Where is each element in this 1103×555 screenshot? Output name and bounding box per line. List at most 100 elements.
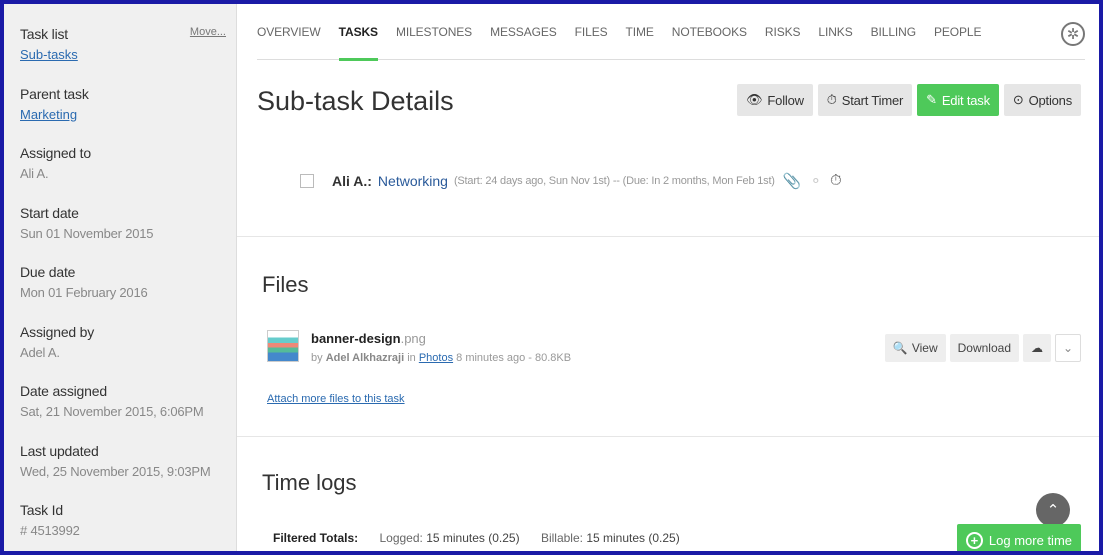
logged-value: 15 minutes (0.25) xyxy=(426,531,520,545)
sidebar-field-assigned-to: Assigned to Ali A. xyxy=(20,145,236,205)
sidebar-field-assigned-by: Assigned by Adel A. xyxy=(20,324,236,384)
task-list-link[interactable]: Sub-tasks xyxy=(20,47,78,62)
sidebar-label: Assigned to xyxy=(20,145,91,161)
divider xyxy=(237,436,1099,437)
follow-label: Follow xyxy=(767,92,804,108)
filtered-totals: Filtered Totals: Logged: 15 minutes (0.2… xyxy=(273,531,680,545)
file-meta: by Adel Alkhazraji in Photos 8 minutes a… xyxy=(311,352,571,364)
file-author: Adel Alkhazraji xyxy=(325,352,405,364)
file-row: banner-design.png by Adel Alkhazraji in … xyxy=(267,328,1081,368)
tab-billing[interactable]: BILLING xyxy=(871,4,916,60)
tab-notebooks[interactable]: NOTEBOOKS xyxy=(672,4,747,60)
task-toolbar: 👁 Follow ⏱ Start Timer ✎ Edit task ⊙ Opt… xyxy=(737,84,1081,116)
pencil-icon: ✎ xyxy=(926,92,937,107)
log-more-time-button[interactable]: + Log more time xyxy=(956,524,1081,551)
tab-overview[interactable]: OVERVIEW xyxy=(257,4,321,60)
file-name[interactable]: banner-design.png xyxy=(311,331,426,346)
task-name[interactable]: Networking xyxy=(378,173,448,189)
parent-task-link[interactable]: Marketing xyxy=(20,107,77,122)
chevron-up-icon: ⌃ xyxy=(1046,502,1060,519)
task-icons: 📎 ⚬ ⏱ xyxy=(783,172,842,190)
sidebar-value: Wed, 25 November 2015, 9:03PM xyxy=(20,463,211,479)
sidebar-field-task-list: Task list Move... Sub-tasks xyxy=(20,26,236,86)
chevron-down-icon: ⌄ xyxy=(1062,341,1074,355)
billable-value: 15 minutes (0.25) xyxy=(586,531,680,545)
options-button[interactable]: ⊙ Options xyxy=(1003,84,1081,116)
files-title: Files xyxy=(262,272,309,297)
billable-label: Billable: xyxy=(540,531,583,545)
more-dropdown-button[interactable]: ⌄ xyxy=(1055,334,1081,362)
stopwatch-icon: ⏱ xyxy=(826,92,837,107)
tab-risks[interactable]: RISKS xyxy=(765,4,801,60)
view-button[interactable]: 🔍 View xyxy=(884,334,946,362)
follow-button[interactable]: 👁 Follow xyxy=(737,84,813,116)
sidebar-label: Task list xyxy=(20,26,68,42)
sidebar-value: # 4513992 xyxy=(20,523,80,538)
task-sidebar: Task list Move... Sub-tasks Parent task … xyxy=(4,4,237,551)
tab-people[interactable]: PEOPLE xyxy=(934,4,982,60)
gear-icon[interactable]: ✲ xyxy=(1061,22,1085,46)
app-frame: Task list Move... Sub-tasks Parent task … xyxy=(0,0,1103,555)
download-button[interactable]: Download xyxy=(949,334,1019,362)
search-icon: 🔍 xyxy=(892,341,908,355)
sidebar-value: Sat, 21 November 2015, 6:06PM xyxy=(20,404,204,419)
tab-files[interactable]: FILES xyxy=(575,4,608,60)
scroll-to-top-button[interactable]: ⌃ xyxy=(1036,493,1070,527)
sidebar-field-parent-task: Parent task Marketing xyxy=(20,86,236,146)
page-title: Sub-task Details xyxy=(257,86,454,116)
cloud-icon: ☁ xyxy=(1031,341,1043,355)
timer-icon[interactable]: ⏱ xyxy=(830,172,842,190)
task-dates: (Start: 24 days ago, Sun Nov 1st) -- (Du… xyxy=(453,175,775,187)
file-thumbnail[interactable] xyxy=(267,330,299,362)
project-nav: OVERVIEW TASKS MILESTONES MESSAGES FILES… xyxy=(257,4,1085,61)
edit-task-label: Edit task xyxy=(941,92,990,108)
attach-files-link[interactable]: Attach more files to this task xyxy=(267,393,405,405)
sidebar-label: Parent task xyxy=(20,85,89,102)
file-ext: .png xyxy=(400,331,426,346)
start-timer-button[interactable]: ⏱ Start Timer xyxy=(817,84,913,116)
tab-messages[interactable]: MESSAGES xyxy=(490,4,557,60)
main-content: OVERVIEW TASKS MILESTONES MESSAGES FILES… xyxy=(237,4,1099,551)
tab-milestones[interactable]: MILESTONES xyxy=(396,4,472,60)
task-complete-checkbox[interactable] xyxy=(300,174,314,188)
sidebar-label: Date assigned xyxy=(20,383,107,399)
file-in: in xyxy=(407,352,416,364)
edit-task-button[interactable]: ✎ Edit task xyxy=(917,84,999,116)
sidebar-value: Sun 01 November 2015 xyxy=(20,225,154,241)
file-time-size: 8 minutes ago - 80.8KB xyxy=(456,352,572,364)
task-assignee: Ali A.: xyxy=(332,173,372,189)
start-timer-label: Start Timer xyxy=(841,92,904,108)
sidebar-label: Assigned by xyxy=(20,323,95,340)
log-more-time-label: Log more time xyxy=(988,532,1072,548)
sidebar-field-last-updated: Last updated Wed, 25 November 2015, 9:03… xyxy=(20,443,236,503)
filtered-totals-label: Filtered Totals: xyxy=(273,531,359,545)
sidebar-label: Last updated xyxy=(20,442,99,459)
move-link[interactable]: Move... xyxy=(190,26,226,42)
sidebar-label: Due date xyxy=(20,264,76,280)
sidebar-field-start-date: Start date Sun 01 November 2015 xyxy=(20,205,236,265)
plus-circle-icon: + xyxy=(965,531,983,549)
options-label: Options xyxy=(1028,92,1073,108)
sidebar-value: Mon 01 February 2016 xyxy=(20,285,148,300)
sidebar-label: Task Id xyxy=(20,502,63,518)
tab-time[interactable]: TIME xyxy=(626,4,654,60)
sidebar-field-task-id: Task Id # 4513992 xyxy=(20,502,236,551)
sidebar-value: Ali A. xyxy=(20,166,49,181)
timelogs-title: Time logs xyxy=(262,470,357,495)
file-by: by xyxy=(311,352,323,364)
download-label: Download xyxy=(957,341,1011,355)
task-line: Ali A.: Networking (Start: 24 days ago, … xyxy=(300,172,842,190)
tab-tasks[interactable]: TASKS xyxy=(338,4,379,61)
file-basename: banner-design xyxy=(311,331,401,346)
sidebar-field-date-assigned: Date assigned Sat, 21 November 2015, 6:0… xyxy=(20,383,236,443)
paperclip-icon[interactable]: 📎 xyxy=(783,172,802,190)
file-actions: 🔍 View Download ☁ ⌄ xyxy=(884,334,1081,362)
divider xyxy=(237,236,1099,237)
dependency-icon[interactable]: ⚬ xyxy=(809,172,822,190)
sidebar-field-due-date: Due date Mon 01 February 2016 xyxy=(20,264,236,324)
sidebar-value: Adel A. xyxy=(20,344,60,360)
file-location-link[interactable]: Photos xyxy=(419,352,453,364)
logged-label: Logged: xyxy=(379,531,423,545)
cloud-upload-button[interactable]: ☁ xyxy=(1023,334,1051,362)
tab-links[interactable]: LINKS xyxy=(818,4,852,60)
